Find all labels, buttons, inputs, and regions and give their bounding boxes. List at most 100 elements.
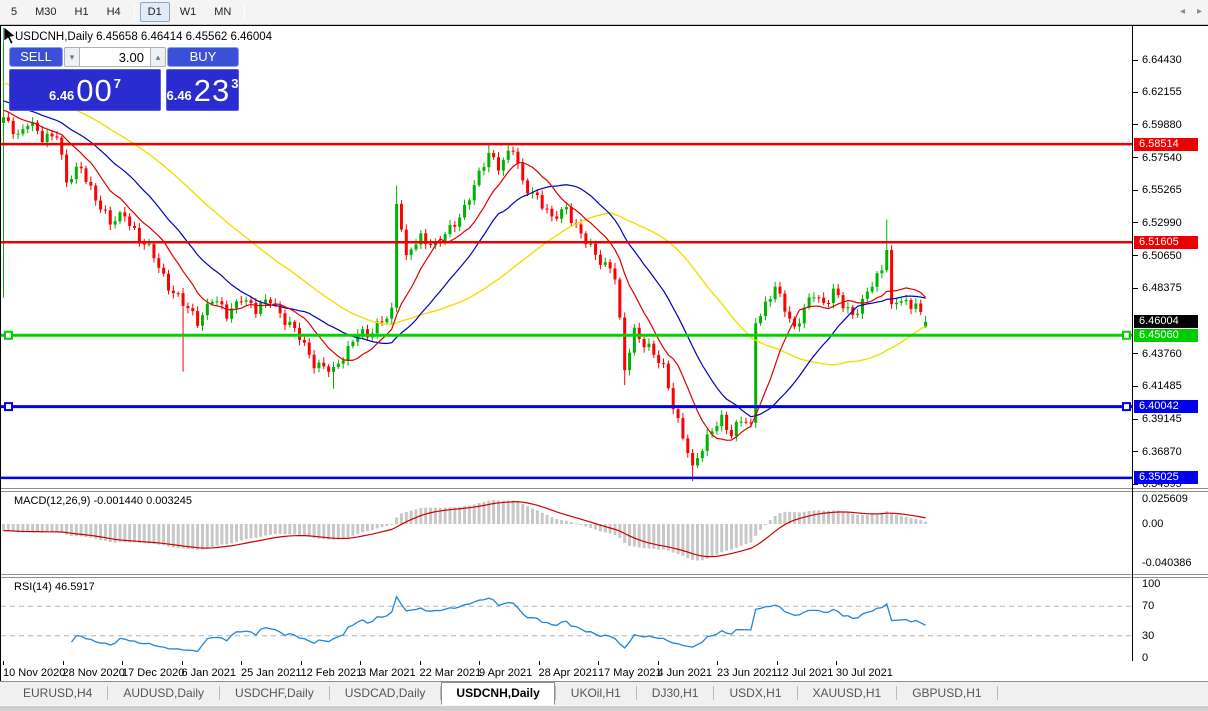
price-tick	[1133, 60, 1138, 61]
price-tick-label: 6.59880	[1142, 119, 1182, 131]
buy-button[interactable]: BUY	[167, 47, 239, 67]
price-level-tag: 6.35025	[1134, 471, 1198, 484]
toolbar-separator	[134, 3, 135, 21]
date-label: 17 May 2021	[598, 667, 662, 679]
ask-price-display[interactable]: 6.46 23 3	[166, 69, 239, 111]
rsi-axis-label: 70	[1142, 600, 1154, 612]
price-tick	[1133, 255, 1138, 256]
chart-tab-audusd[interactable]: AUDUSD,Daily	[108, 682, 219, 705]
bid-price-display[interactable]: 6.46 00 7	[9, 69, 161, 111]
rsi-axis-label: 100	[1142, 578, 1160, 590]
date-label: 28 Nov 2020	[63, 667, 125, 679]
date-label: 17 Dec 2020	[122, 667, 184, 679]
price-level-tag: 6.46004	[1134, 315, 1198, 328]
bid-price-big: 00	[76, 76, 112, 106]
macd-label: MACD(12,26,9) -0.001440 0.003245	[14, 495, 192, 507]
date-label: 28 Apr 2021	[539, 667, 598, 679]
macd-axis-label: 0.00	[1142, 518, 1163, 530]
window-bottom-edge	[0, 705, 1208, 711]
price-tick-label: 6.62155	[1142, 86, 1182, 98]
chart-tab-usdx[interactable]: USDX,H1	[714, 682, 796, 705]
ask-price-big: 23	[194, 76, 230, 106]
date-label: 3 Mar 2021	[360, 667, 416, 679]
chart-tab-dj30[interactable]: DJ30,H1	[637, 682, 714, 705]
date-tick	[182, 661, 183, 665]
volume-decrease-button[interactable]: ▾	[64, 47, 80, 67]
date-tick	[63, 661, 64, 665]
date-tick	[241, 661, 242, 665]
date-tick	[598, 661, 599, 665]
price-level-tag: 6.45060	[1134, 329, 1198, 342]
price-tick	[1133, 288, 1138, 289]
trading-terminal: 5M30H1H4 D1W1MN USDCNH,Daily 6.45658 6.46…	[0, 0, 1208, 711]
date-label: 4 Jun 2021	[658, 667, 712, 679]
ask-price-small: 6.46	[166, 88, 191, 103]
timeframe-button-m30[interactable]: M30	[27, 2, 64, 22]
tab-scroll-right-icon[interactable]: ▸	[1197, 6, 1202, 17]
volume-input[interactable]	[80, 47, 150, 67]
rsi-label: RSI(14) 46.5917	[14, 581, 95, 593]
price-tick	[1133, 124, 1138, 125]
timeframe-button-h1[interactable]: H1	[67, 2, 97, 22]
chart-tab-ukoil[interactable]: UKOil,H1	[556, 682, 636, 705]
date-tick	[301, 661, 302, 665]
rsi-indicator-canvas[interactable]	[1, 578, 1132, 661]
date-tick	[3, 661, 4, 665]
price-tick	[1133, 92, 1138, 93]
price-tick-label: 6.57540	[1142, 152, 1182, 164]
date-label: 9 Apr 2021	[479, 667, 532, 679]
price-tick-label: 6.36870	[1142, 446, 1182, 458]
date-label: 10 Nov 2020	[3, 667, 65, 679]
date-label: 23 Jun 2021	[717, 667, 778, 679]
chart-tab-usdcad[interactable]: USDCAD,Daily	[330, 682, 441, 705]
price-tick	[1133, 386, 1138, 387]
price-tick-label: 6.39145	[1142, 413, 1182, 425]
price-tick	[1133, 419, 1138, 420]
chart-tab-gbpusd[interactable]: GBPUSD,H1	[897, 682, 996, 705]
tab-scroll-arrows: ◂ ▸	[1180, 6, 1202, 17]
date-tick	[658, 661, 659, 665]
date-label: 6 Jan 2021	[182, 667, 236, 679]
chart-tab-eurusd[interactable]: EURUSD,H4	[8, 682, 107, 705]
price-tick-label: 6.52990	[1142, 217, 1182, 229]
price-tick	[1133, 157, 1138, 158]
price-tick-label: 6.64430	[1142, 54, 1182, 66]
ask-price-pip: 3	[231, 76, 238, 91]
bid-price-pip: 7	[114, 76, 121, 91]
timeframe-button-5[interactable]: 5	[3, 2, 25, 22]
price-level-tag: 6.58514	[1134, 138, 1198, 151]
one-click-trade-panel: SELL ▾ ▴ BUY 6.46 00 7 6.46 23 3	[9, 47, 239, 111]
macd-axis-label: 0.025609	[1142, 493, 1188, 505]
sell-button[interactable]: SELL	[9, 47, 63, 67]
price-tick-label: 6.41485	[1142, 380, 1182, 392]
date-tick	[360, 661, 361, 665]
price-tick	[1133, 353, 1138, 354]
timeframe-button-mn[interactable]: MN	[206, 2, 239, 22]
chart-tab-usdchf[interactable]: USDCHF,Daily	[220, 682, 329, 705]
chart-tab-xauusd[interactable]: XAUUSD,H1	[798, 682, 897, 705]
price-tick-label: 6.50650	[1142, 250, 1182, 262]
price-tick	[1133, 222, 1138, 223]
date-label: 12 Jul 2021	[777, 667, 834, 679]
date-tick	[479, 661, 480, 665]
timeframe-button-d1[interactable]: D1	[140, 2, 170, 22]
tab-scroll-left-icon[interactable]: ◂	[1180, 6, 1185, 17]
date-tick	[539, 661, 540, 665]
volume-increase-button[interactable]: ▴	[150, 47, 166, 67]
timeframe-button-w1[interactable]: W1	[172, 2, 205, 22]
price-tick	[1133, 451, 1138, 452]
date-label: 12 Feb 2021	[301, 667, 363, 679]
timeframe-button-h4[interactable]: H4	[99, 2, 129, 22]
date-tick	[777, 661, 778, 665]
date-axis[interactable]: 10 Nov 202028 Nov 202017 Dec 20206 Jan 2…	[1, 661, 1208, 682]
date-tick	[836, 661, 837, 665]
bid-price-small: 6.46	[49, 88, 74, 103]
chart-window[interactable]: USDCNH,Daily 6.45658 6.46414 6.45562 6.4…	[0, 25, 1208, 681]
chart-tab-bar: EURUSD,H4AUDUSD,DailyUSDCHF,DailyUSDCAD,…	[0, 681, 1208, 705]
price-axis[interactable]: 6.644306.621556.598806.575406.552656.529…	[1132, 26, 1208, 661]
price-level-tag: 6.40042	[1134, 400, 1198, 413]
date-label: 25 Jan 2021	[241, 667, 302, 679]
chart-tab-usdcnh[interactable]: USDCNH,Daily	[441, 682, 554, 705]
date-tick	[122, 661, 123, 665]
tab-separator	[997, 686, 998, 700]
